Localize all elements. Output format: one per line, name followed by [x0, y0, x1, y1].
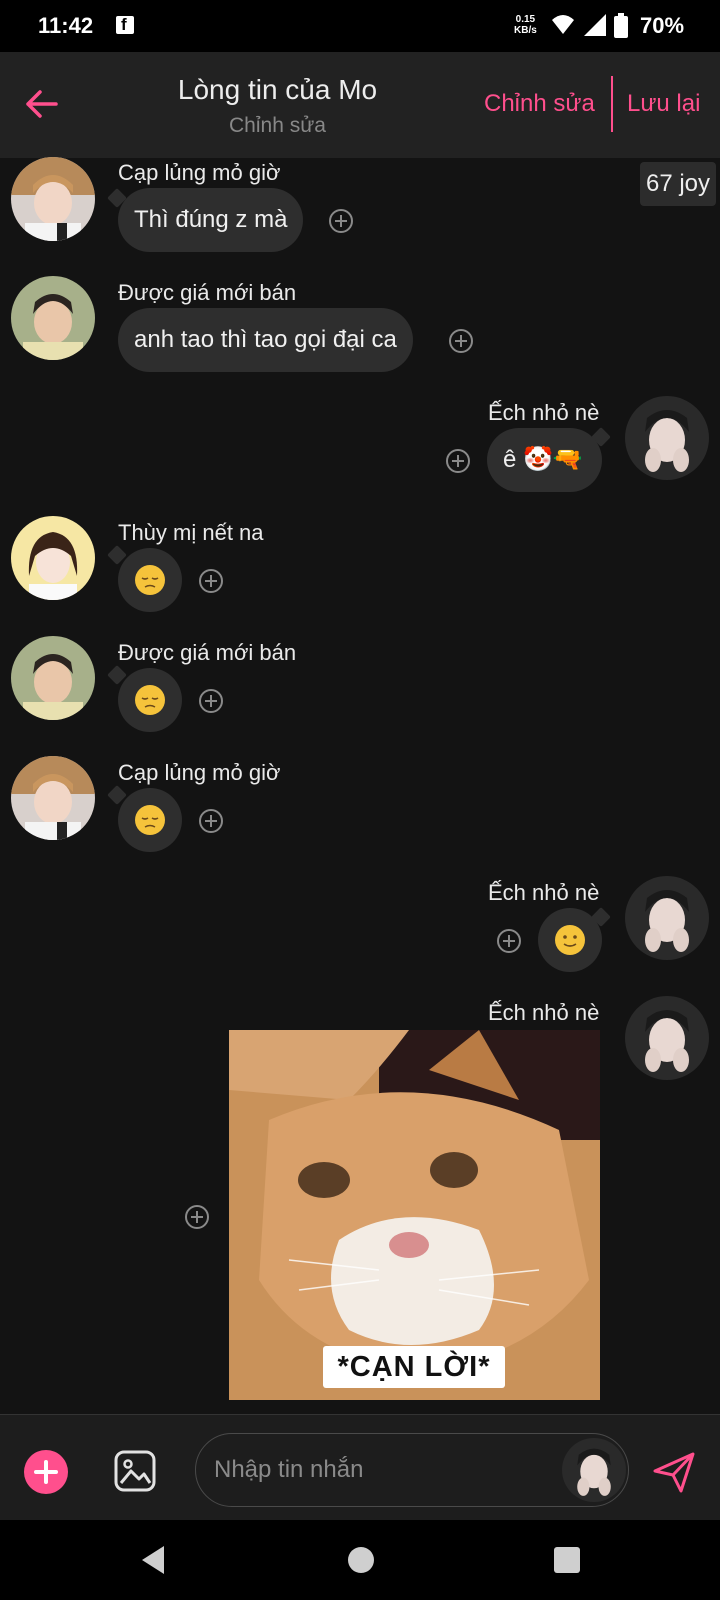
- avatar[interactable]: [625, 876, 709, 960]
- network-speed: 0.15 KB/s: [514, 14, 537, 36]
- status-bar: 11:42 f 0.15 KB/s 70%: [0, 0, 720, 52]
- sender-name: Cạp lủng mỏ giờ: [118, 760, 281, 785]
- avatar[interactable]: [11, 276, 95, 360]
- cat-meme-image[interactable]: *CẠN LỜI*: [229, 1030, 600, 1400]
- sender-name: Ếch nhỏ nè: [488, 1000, 600, 1025]
- back-nav-icon[interactable]: [138, 1544, 168, 1576]
- back-arrow-icon[interactable]: [22, 84, 62, 124]
- net-speed-value: 0.15: [515, 14, 536, 25]
- avatar[interactable]: [11, 756, 95, 840]
- emoji-bubble[interactable]: [538, 908, 602, 972]
- chat-subtitle: Chỉnh sửa: [229, 114, 326, 137]
- sender-name: Cạp lủng mỏ giờ: [118, 160, 281, 185]
- image-caption: *CẠN LỜI*: [323, 1346, 505, 1388]
- avatar[interactable]: [625, 996, 709, 1080]
- chat-header: Lòng tin của Mo Chỉnh sửa Chỉnh sửa Lưu …: [0, 52, 720, 158]
- image-picker-icon[interactable]: [113, 1449, 157, 1493]
- avatar[interactable]: [625, 396, 709, 480]
- emoji-bubble[interactable]: [118, 788, 182, 852]
- edit-button[interactable]: Chỉnh sửa: [484, 90, 595, 118]
- avatar[interactable]: [11, 157, 95, 241]
- composer-bar: [0, 1414, 720, 1520]
- wifi-icon: [552, 15, 574, 34]
- battery-icon: [614, 16, 628, 38]
- sender-name: Ếch nhỏ nè: [488, 400, 600, 425]
- message-bubble[interactable]: ê 🤡🔫: [487, 428, 602, 492]
- sender-name: Được giá mới bán: [118, 640, 297, 665]
- slight-smile-icon: [555, 925, 585, 955]
- sender-name: Thùy mị nết na: [118, 520, 264, 545]
- recents-nav-icon[interactable]: [553, 1546, 581, 1574]
- avatar[interactable]: [11, 516, 95, 600]
- add-reaction-icon[interactable]: [184, 1204, 210, 1230]
- add-reaction-icon[interactable]: [328, 208, 354, 234]
- add-attachment-button[interactable]: [24, 1450, 68, 1494]
- joy-badge: 67 joy: [640, 162, 716, 206]
- chat-title: Lòng tin của Mo: [177, 74, 378, 105]
- signal-icons: [552, 13, 628, 38]
- avatar[interactable]: [11, 636, 95, 720]
- sender-name: Được giá mới bán: [118, 280, 297, 305]
- status-time: 11:42: [38, 13, 94, 38]
- header-divider: [611, 76, 613, 132]
- pensive-face-icon: [135, 565, 165, 595]
- plus-icon: [34, 1460, 58, 1484]
- message-bubble[interactable]: anh tao thì tao gọi đại ca: [118, 308, 413, 372]
- sender-avatar[interactable]: [562, 1438, 626, 1502]
- cat-photo: [229, 1030, 600, 1400]
- add-reaction-icon[interactable]: [448, 328, 474, 354]
- message-bubble[interactable]: Thì đúng z mà: [118, 188, 304, 252]
- save-button[interactable]: Lưu lại: [627, 90, 700, 118]
- facebook-notification-icon: f: [116, 15, 134, 34]
- home-nav-icon[interactable]: [347, 1546, 375, 1574]
- pensive-face-icon: [135, 805, 165, 835]
- net-speed-unit: KB/s: [514, 25, 537, 36]
- add-reaction-icon[interactable]: [445, 448, 471, 474]
- message-input-wrapper: [195, 1433, 629, 1507]
- add-reaction-icon[interactable]: [198, 688, 224, 714]
- cell-signal-icon: [584, 14, 606, 36]
- send-icon[interactable]: [651, 1449, 697, 1495]
- emoji-bubble[interactable]: [118, 668, 182, 732]
- message-input[interactable]: [214, 1450, 544, 1490]
- emoji-bubble[interactable]: [118, 548, 182, 612]
- add-reaction-icon[interactable]: [198, 808, 224, 834]
- add-reaction-icon[interactable]: [198, 568, 224, 594]
- sender-name: Ếch nhỏ nè: [488, 880, 600, 905]
- pensive-face-icon: [135, 685, 165, 715]
- add-reaction-icon[interactable]: [496, 928, 522, 954]
- battery-percent: 70%: [640, 13, 685, 38]
- system-nav-bar: [0, 1520, 720, 1600]
